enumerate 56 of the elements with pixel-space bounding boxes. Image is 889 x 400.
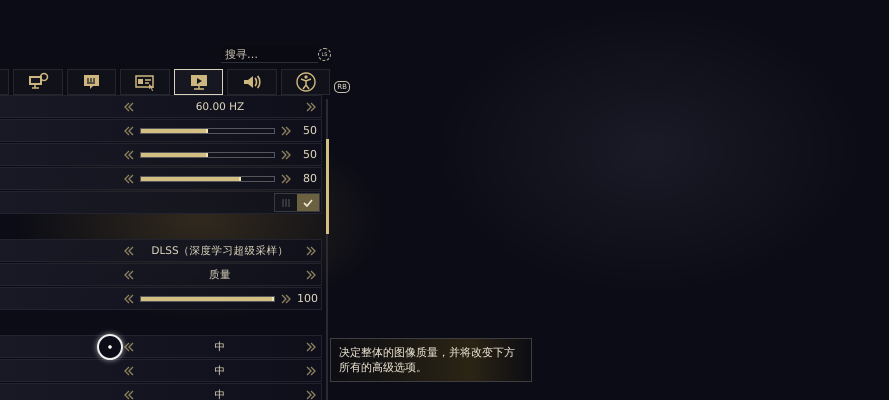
previous-arrow-icon[interactable] bbox=[123, 102, 135, 112]
option-value: 60.00 HZ bbox=[194, 100, 246, 112]
monitor-gear-icon bbox=[27, 72, 50, 92]
option-value: 中 bbox=[214, 340, 226, 354]
next-arrow-icon[interactable] bbox=[280, 150, 292, 160]
tab[interactable] bbox=[227, 68, 277, 94]
off-lines-icon bbox=[281, 198, 291, 206]
previous-arrow-icon[interactable] bbox=[123, 150, 135, 160]
previous-arrow-icon[interactable] bbox=[123, 294, 135, 304]
slider-track[interactable] bbox=[140, 128, 275, 134]
previous-arrow-icon[interactable] bbox=[123, 270, 135, 280]
next-arrow-icon[interactable] bbox=[305, 366, 317, 376]
tooltip: 决定整体的图像质量，并将改变下方所有的高级选项。 bbox=[330, 338, 532, 382]
tab[interactable] bbox=[13, 68, 63, 94]
option-value: 中 bbox=[214, 364, 226, 378]
option-value: DLSS（深度学习超级采样） bbox=[150, 244, 290, 258]
previous-arrow-icon[interactable] bbox=[123, 246, 135, 256]
slider-value: 50 bbox=[302, 124, 317, 137]
next-arrow-icon[interactable] bbox=[305, 342, 317, 352]
next-arrow-icon[interactable] bbox=[280, 126, 292, 136]
setting-row[interactable]: 80 bbox=[0, 167, 322, 190]
setting-row[interactable]: 中 bbox=[0, 383, 322, 400]
option-value: 质量 bbox=[208, 268, 232, 282]
check-icon bbox=[303, 198, 313, 206]
setting-row[interactable]: 50 bbox=[0, 143, 322, 166]
previous-arrow-icon[interactable] bbox=[123, 342, 135, 352]
accessibility-icon bbox=[294, 72, 317, 92]
setting-row[interactable]: 60.00 HZ bbox=[0, 95, 322, 118]
previous-arrow-icon[interactable] bbox=[123, 174, 135, 184]
option-value: 中 bbox=[214, 388, 226, 400]
slider-track[interactable] bbox=[140, 176, 275, 182]
toggle-switch[interactable] bbox=[274, 193, 320, 212]
setting-row[interactable]: 100 bbox=[0, 287, 322, 310]
setting-row[interactable]: DLSS（深度学习超级采样） bbox=[0, 239, 322, 262]
next-arrow-icon[interactable] bbox=[305, 246, 317, 256]
setting-row[interactable]: 中 bbox=[0, 335, 322, 358]
scrollbar-thumb[interactable] bbox=[326, 139, 329, 234]
next-arrow-icon[interactable] bbox=[305, 270, 317, 280]
slider-track[interactable] bbox=[140, 152, 275, 158]
tab[interactable] bbox=[120, 68, 170, 94]
next-arrow-icon[interactable] bbox=[280, 294, 292, 304]
setting-row[interactable]: 中 bbox=[0, 359, 322, 382]
setting-row[interactable]: 50 bbox=[0, 119, 322, 142]
previous-arrow-icon[interactable] bbox=[123, 390, 135, 400]
next-arrow-icon[interactable] bbox=[280, 174, 292, 184]
tab[interactable] bbox=[66, 68, 116, 94]
slider-value: 80 bbox=[302, 172, 317, 185]
slider-value: 50 bbox=[302, 148, 317, 161]
next-arrow-icon[interactable] bbox=[305, 390, 317, 400]
previous-arrow-icon[interactable] bbox=[123, 366, 135, 376]
search-field[interactable]: 搜寻… bbox=[221, 46, 318, 63]
tab[interactable] bbox=[280, 68, 330, 94]
next-arrow-icon[interactable] bbox=[305, 102, 317, 112]
previous-arrow-icon[interactable] bbox=[123, 126, 135, 136]
setting-row[interactable]: 质量 bbox=[0, 263, 322, 286]
slider-value: 100 bbox=[297, 292, 317, 305]
